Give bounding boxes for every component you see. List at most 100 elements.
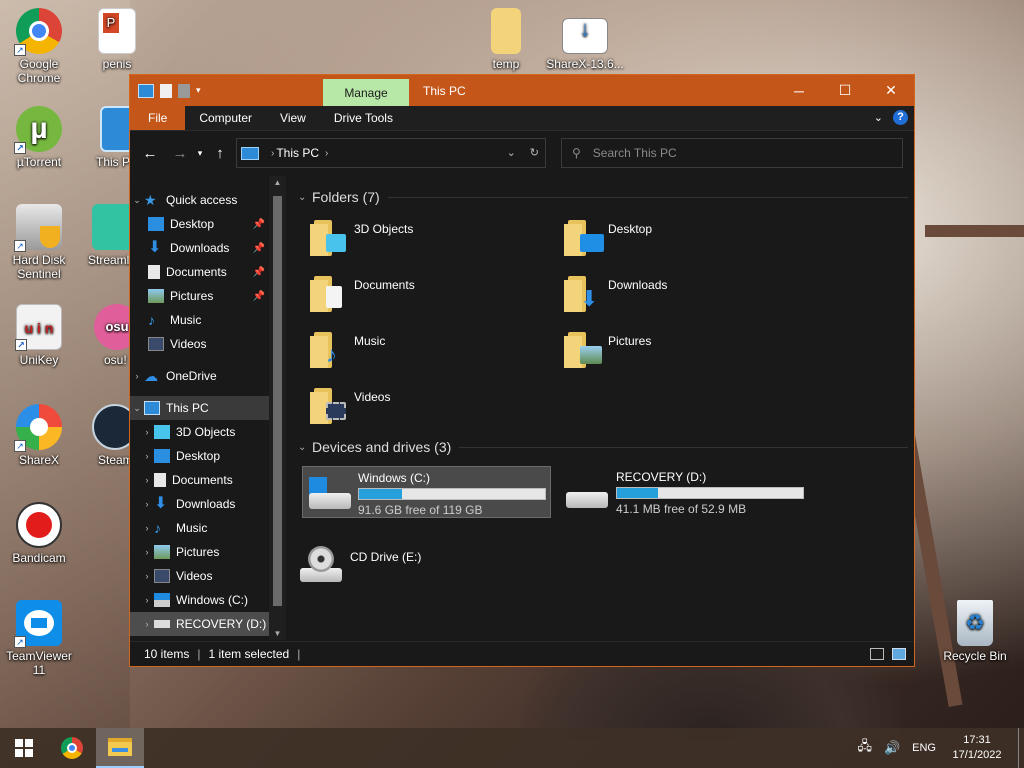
tab-manage[interactable]: Manage [323, 79, 409, 106]
folder-item-videos[interactable]: Videos [308, 382, 562, 438]
refresh-icon[interactable]: ↻ [530, 146, 539, 159]
details-view-icon[interactable] [870, 648, 884, 660]
drive-item-recovery-d[interactable]: RECOVERY (D:) 41.1 MB free of 52.9 MB [560, 466, 810, 518]
desktop-icon-streamlabs[interactable]: Streamlabs OBS [82, 204, 130, 267]
network-icon[interactable]: 🖧 [857, 737, 872, 759]
chevron-down-icon[interactable]: ▾ [196, 85, 201, 96]
chevron-right-icon[interactable]: › [140, 523, 154, 533]
nav-item-pictures-pc[interactable]: › Pictures [130, 540, 269, 564]
folder-item-desktop[interactable]: Desktop [562, 214, 816, 270]
desktop-icon-label: penis [102, 57, 132, 71]
drive-item-windows-c[interactable]: Windows (C:) 91.6 GB free of 119 GB [302, 466, 551, 518]
nav-item-desktop-pc[interactable]: › Desktop [130, 444, 269, 468]
chevron-down-icon[interactable]: ⌄ [298, 192, 312, 203]
nav-scrollbar[interactable]: ▲ ▼ [269, 176, 286, 640]
address-bar[interactable]: › This PC › ⌄ ↻ [236, 138, 546, 168]
chevron-right-icon[interactable]: › [140, 499, 154, 509]
search-input[interactable] [592, 146, 873, 160]
desktop-icon-temp[interactable]: temp [471, 8, 541, 71]
desktop-icon-this-pc[interactable]: This PC [82, 106, 130, 169]
scrollbar-thumb[interactable] [273, 196, 282, 606]
nav-item-documents[interactable]: Documents 📌 [130, 260, 269, 284]
breadcrumb[interactable]: This PC [276, 146, 319, 160]
new-folder-icon[interactable] [178, 83, 190, 98]
taskbar-app-chrome[interactable] [48, 728, 96, 768]
back-button[interactable]: ← [140, 145, 160, 162]
folder-item-3d-objects[interactable]: 3D Objects [308, 214, 562, 270]
desktop-icon-chrome[interactable]: ↗ Google Chrome [4, 8, 74, 85]
desktop-icon-recycle-bin[interactable]: ♻ Recycle Bin [940, 600, 1010, 663]
chevron-right-icon[interactable]: › [140, 475, 154, 485]
scroll-up-icon[interactable]: ▲ [269, 178, 286, 187]
desktop-icon-sharex[interactable]: ↗ ShareX [4, 404, 74, 467]
chevron-right-icon[interactable]: › [140, 571, 154, 581]
nav-item-videos-pc[interactable]: › Videos [130, 564, 269, 588]
chevron-right-icon[interactable]: › [325, 148, 328, 159]
nav-item-onedrive[interactable]: › ☁ OneDrive [130, 364, 269, 388]
nav-item-3d-objects[interactable]: › 3D Objects [130, 420, 269, 444]
chevron-right-icon[interactable]: › [140, 595, 154, 605]
tab-drive-tools[interactable]: Drive Tools [320, 106, 407, 130]
nav-item-desktop[interactable]: Desktop 📌 [130, 212, 269, 236]
forward-button[interactable]: → [170, 145, 190, 162]
nav-item-music-pc[interactable]: › ♪ Music [130, 516, 269, 540]
language-indicator[interactable]: ENG [912, 742, 936, 754]
nav-item-music[interactable]: ♪ Music [130, 308, 269, 332]
folder-item-pictures[interactable]: Pictures [562, 326, 816, 382]
desktop-icon-steam[interactable]: Steam [82, 404, 130, 467]
large-icons-view-icon[interactable] [892, 648, 906, 660]
folder-item-downloads[interactable]: ⬇ Downloads [562, 270, 816, 326]
nav-item-recovery-d[interactable]: › RECOVERY (D:) [130, 612, 269, 636]
section-devices-drives[interactable]: ⌄ Devices and drives (3) [298, 434, 914, 460]
chevron-right-icon[interactable]: › [271, 148, 274, 159]
tab-view[interactable]: View [266, 106, 320, 130]
chevron-right-icon[interactable]: › [140, 451, 154, 461]
scroll-down-icon[interactable]: ▼ [269, 629, 286, 638]
nav-item-downloads-pc[interactable]: › ⬇ Downloads [130, 492, 269, 516]
desktop-icon-penis[interactable]: P penis [82, 8, 152, 71]
folder-item-music[interactable]: ♪ Music [308, 326, 562, 382]
properties-icon[interactable] [160, 83, 172, 98]
chevron-right-icon[interactable]: › [140, 547, 154, 557]
nav-item-pictures[interactable]: Pictures 📌 [130, 284, 269, 308]
title-bar[interactable]: ▾ Manage This PC ─ ☐ ✕ [130, 75, 914, 106]
taskbar-app-file-explorer[interactable] [96, 728, 144, 768]
clock[interactable]: 17:31 17/1/2022 [942, 733, 1012, 763]
start-button[interactable] [0, 728, 48, 768]
desktop-icon-utorrent[interactable]: µ ↗ µTorrent [4, 106, 74, 169]
desktop-icon-sharex-installer[interactable]: ↓ ShareX-13.6... [546, 8, 624, 72]
close-button[interactable]: ✕ [868, 75, 914, 106]
maximize-button[interactable]: ☐ [822, 75, 868, 106]
tab-computer[interactable]: Computer [185, 106, 266, 130]
help-icon[interactable]: ? [893, 110, 908, 125]
section-folders[interactable]: ⌄ Folders (7) [298, 184, 914, 210]
recent-locations-button[interactable]: ▾ [190, 148, 210, 159]
volume-icon[interactable]: 🔊 [884, 740, 900, 756]
nav-item-quick-access[interactable]: ⌄ ★ Quick access [130, 188, 269, 212]
desktop-icon-teamviewer[interactable]: ↗ TeamViewer 11 [4, 600, 74, 677]
nav-item-documents-pc[interactable]: › Documents [130, 468, 269, 492]
nav-item-this-pc[interactable]: ⌄ This PC [130, 396, 269, 420]
chevron-down-icon[interactable]: ⌄ [130, 195, 144, 206]
desktop-icon-hard-disk-sentinel[interactable]: ↗ Hard Disk Sentinel [4, 204, 74, 281]
windows-drive-icon [154, 593, 170, 607]
chevron-down-icon[interactable]: ⌄ [130, 403, 144, 414]
nav-item-videos[interactable]: Videos [130, 332, 269, 356]
tab-file[interactable]: File [130, 106, 186, 130]
expand-ribbon-icon[interactable]: ⌄ [874, 111, 883, 124]
minimize-button[interactable]: ─ [776, 75, 822, 106]
chevron-down-icon[interactable]: ⌄ [298, 442, 312, 453]
desktop-icon-bandicam[interactable]: Bandicam [4, 502, 74, 565]
nav-item-windows-c[interactable]: › Windows (C:) [130, 588, 269, 612]
show-desktop-button[interactable] [1018, 728, 1024, 768]
address-dropdown-icon[interactable]: ⌄ [507, 146, 516, 159]
chevron-right-icon[interactable]: › [130, 371, 144, 381]
up-button[interactable]: ↑ [210, 145, 230, 162]
desktop-icon-unikey[interactable]: u i n ↗ UniKey [4, 304, 74, 367]
chevron-right-icon[interactable]: › [140, 619, 154, 629]
chevron-right-icon[interactable]: › [140, 427, 154, 437]
drive-item-cd-e[interactable]: CD Drive (E:) [298, 546, 421, 586]
desktop-icon-osu[interactable]: osu osu! [82, 304, 130, 367]
folder-item-documents[interactable]: Documents [308, 270, 562, 326]
nav-item-downloads[interactable]: ⬇ Downloads 📌 [130, 236, 269, 260]
